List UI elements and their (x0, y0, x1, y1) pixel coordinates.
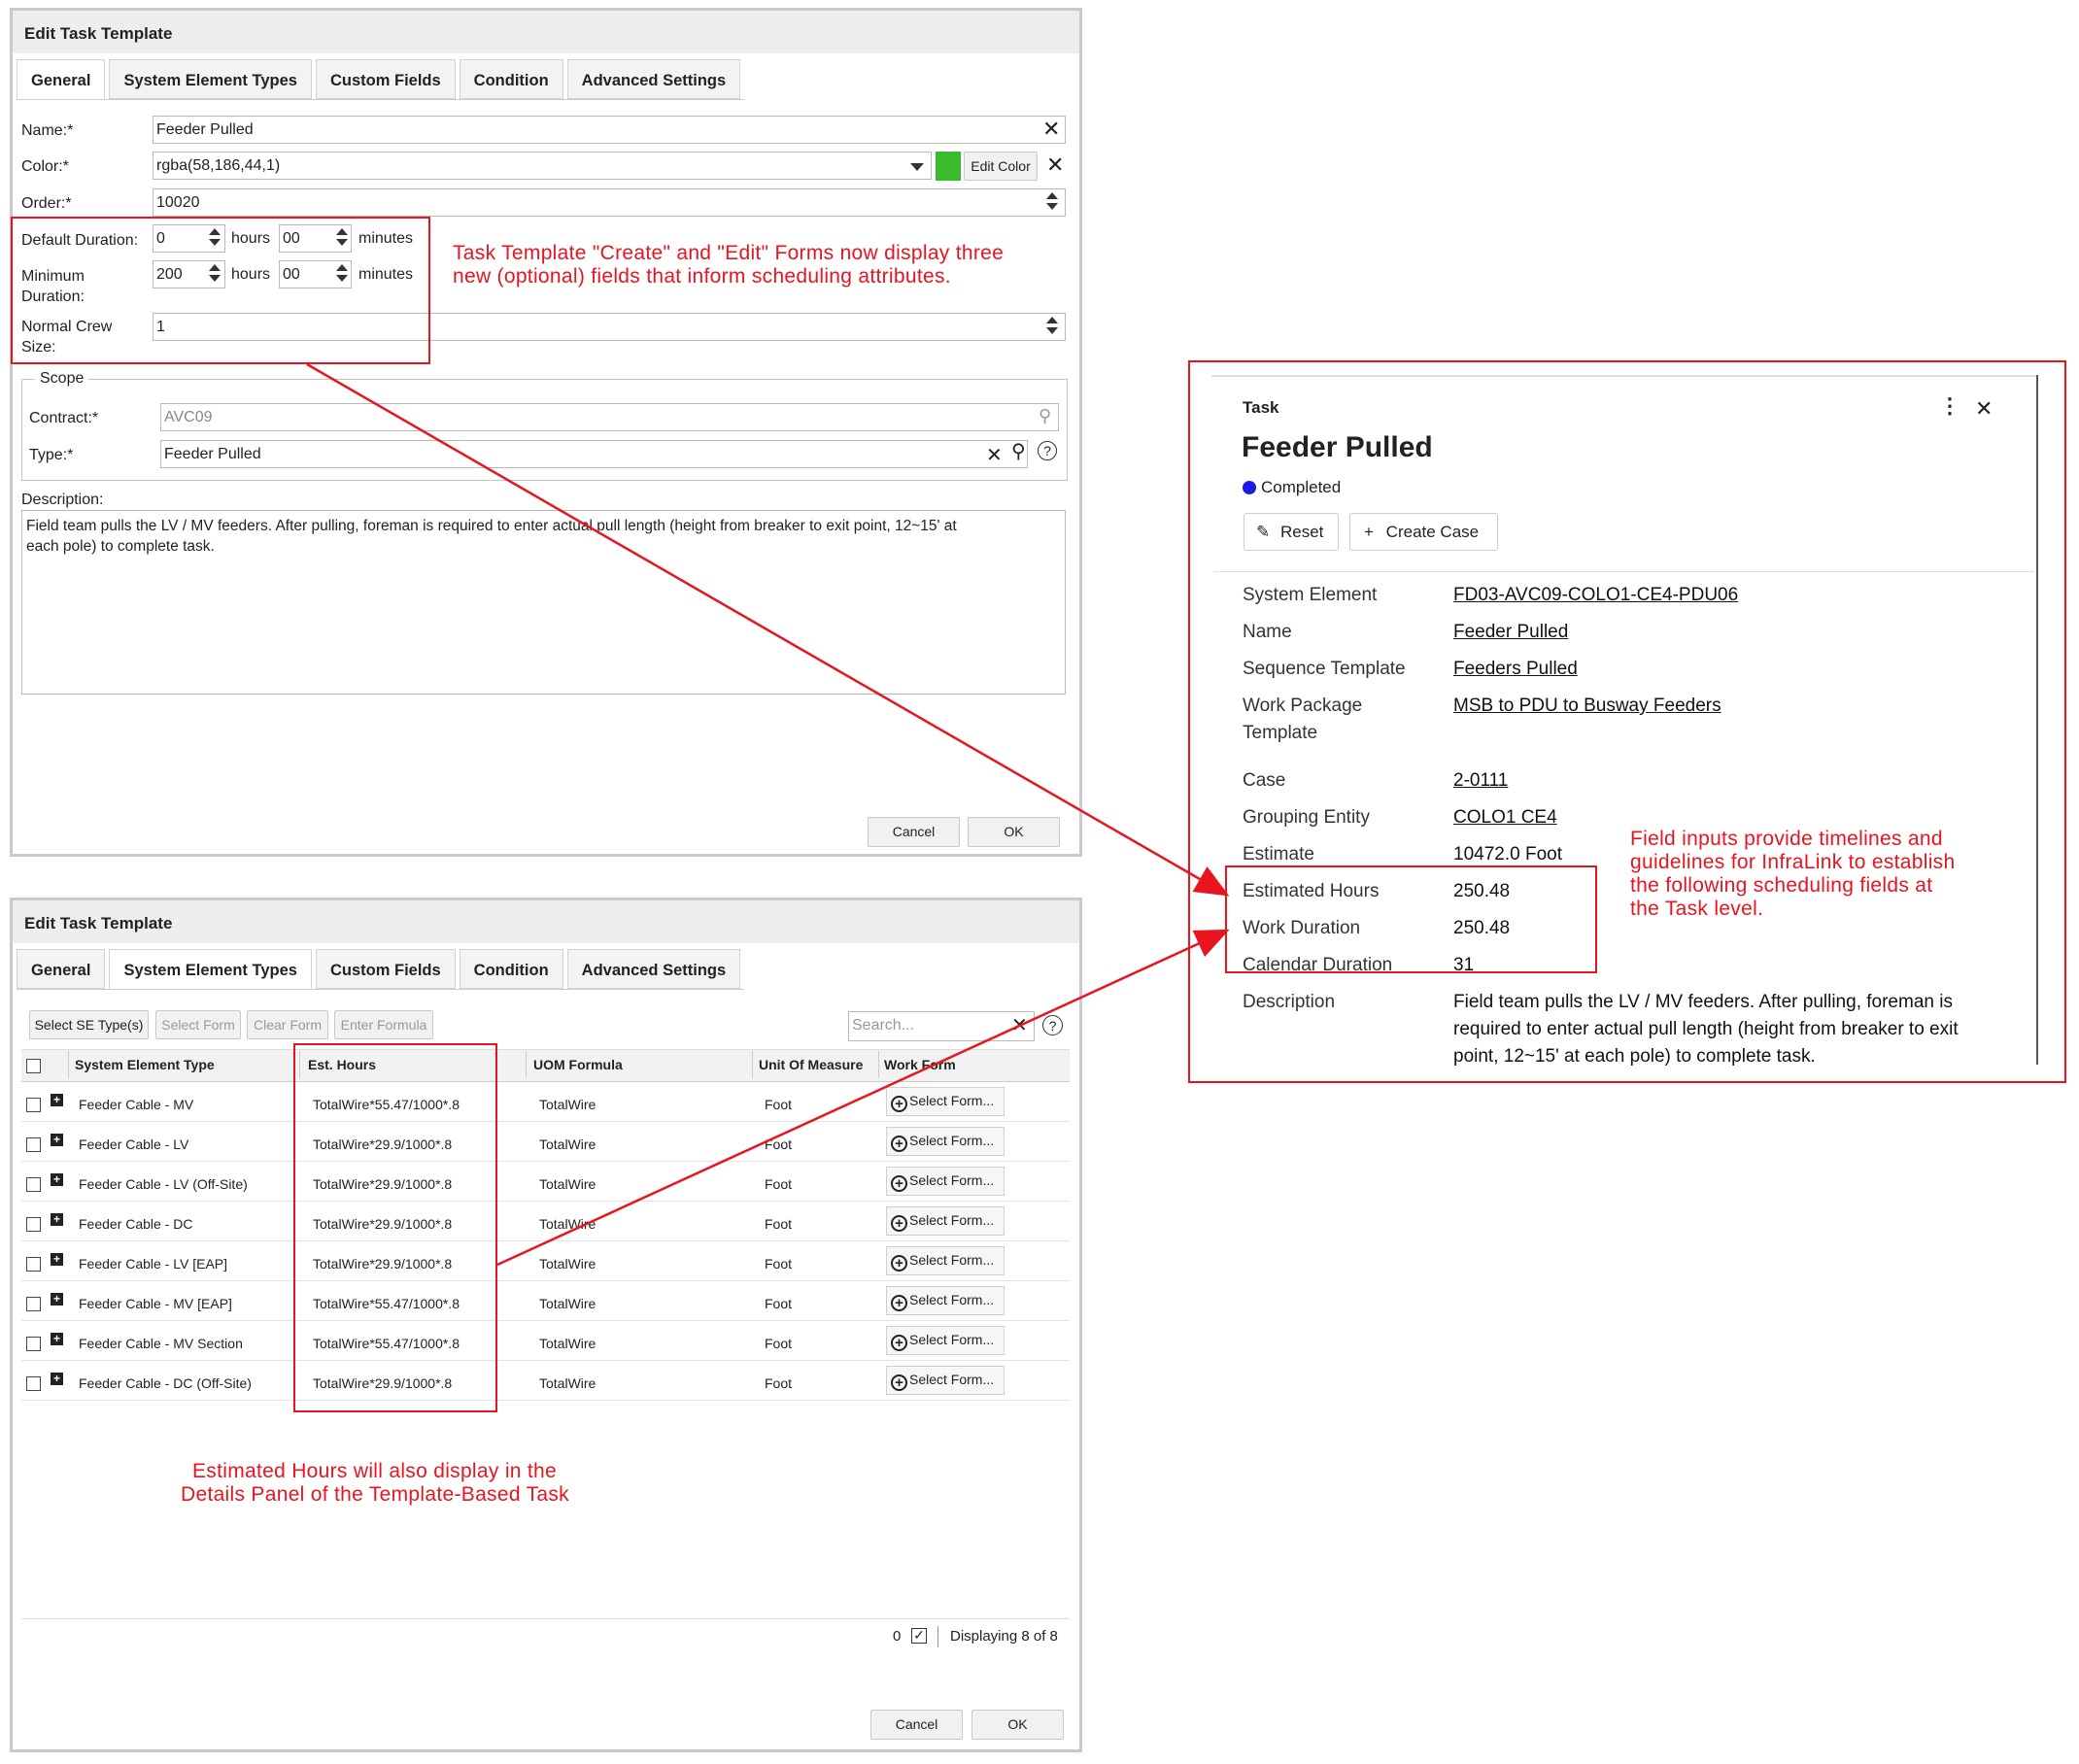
annotation-arrows (306, 362, 1230, 1267)
arrow-duration-to-panel (306, 362, 1230, 897)
arrow-est-hours-to-panel (496, 929, 1230, 1267)
